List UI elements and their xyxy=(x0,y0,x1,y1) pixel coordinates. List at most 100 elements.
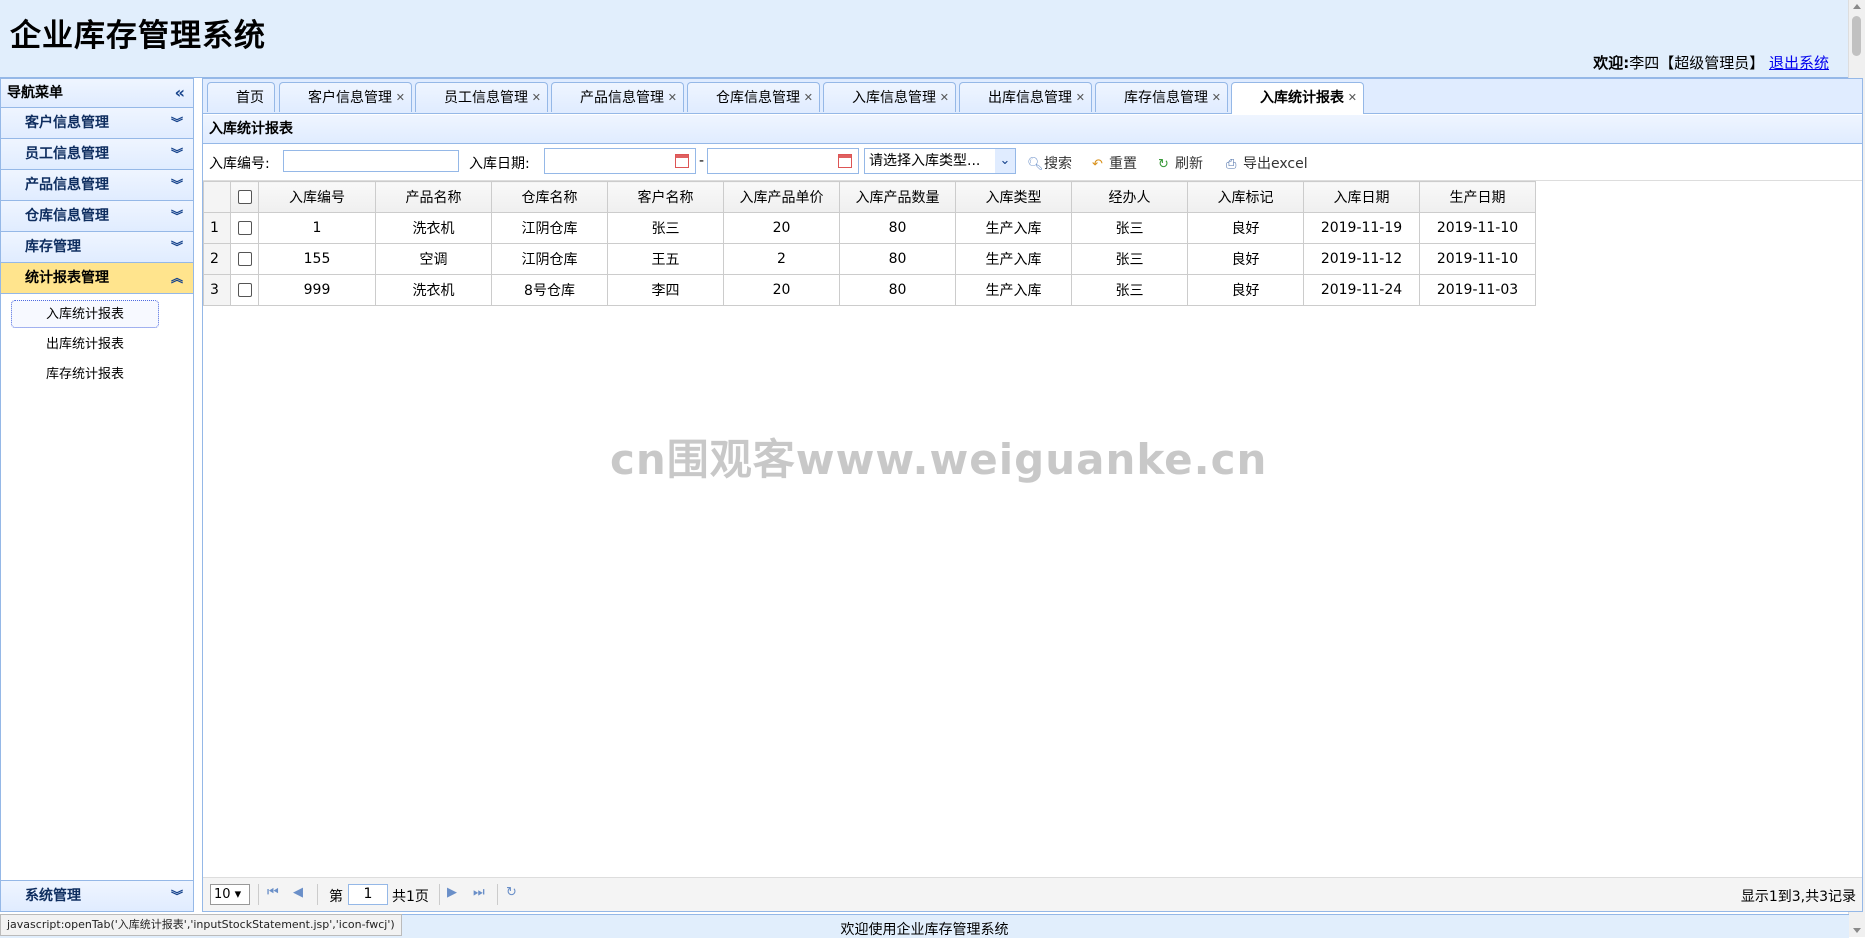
scroll-down-icon[interactable] xyxy=(1853,928,1861,933)
table-row[interactable]: 1 1 洗衣机 江阴仓库 张三 20 80 生产入库 张三 良好 2019-11… xyxy=(203,212,1536,244)
column-header[interactable]: 入库产品数量 xyxy=(839,181,956,213)
close-icon[interactable]: ✕ xyxy=(668,83,677,113)
tab-inbound[interactable]: 入库信息管理 ✕ xyxy=(823,82,956,112)
search-button[interactable]: 🔍︎搜索 xyxy=(1027,153,1072,173)
last-page-icon[interactable]: ⏭ xyxy=(473,885,485,900)
chevron-down-icon[interactable]: ⌄ xyxy=(995,149,1015,173)
submenu-inbound-report[interactable]: 入库统计报表 xyxy=(11,300,159,328)
row-number-header xyxy=(203,181,231,213)
pager-divider xyxy=(258,884,259,905)
calendar-icon[interactable] xyxy=(838,154,852,168)
column-header[interactable]: 入库日期 xyxy=(1303,181,1420,213)
close-icon[interactable]: ✕ xyxy=(396,83,405,113)
tab-stock[interactable]: 库存信息管理 ✕ xyxy=(1095,82,1228,112)
end-date-field[interactable] xyxy=(707,148,859,174)
table-cell: 良好 xyxy=(1187,274,1304,306)
column-header[interactable]: 产品名称 xyxy=(375,181,492,213)
column-header[interactable]: 入库类型 xyxy=(955,181,1072,213)
page-size-select[interactable]: 10 ▾ xyxy=(210,884,250,905)
table-cell: 张三 xyxy=(607,212,724,244)
first-page-icon[interactable]: ⏮ xyxy=(267,885,279,900)
tab-warehouse[interactable]: 仓库信息管理 ✕ xyxy=(687,82,820,112)
table-row[interactable]: 3 999 洗衣机 8号仓库 李四 20 80 生产入库 张三 良好 2019-… xyxy=(203,274,1536,306)
logout-link[interactable]: 退出系统 xyxy=(1769,54,1829,72)
chevron-down-icon: ︾ xyxy=(170,889,183,903)
start-date-field[interactable] xyxy=(544,148,696,174)
refresh-button[interactable]: ↻ 刷新 xyxy=(1158,153,1203,173)
date-separator: - xyxy=(699,153,705,169)
calendar-icon[interactable] xyxy=(675,154,689,168)
column-header[interactable]: 入库标记 xyxy=(1187,181,1304,213)
sidebar-item-label: 员工信息管理 xyxy=(25,146,109,162)
sidebar-item-employee[interactable]: 员工信息管理 ︾ xyxy=(1,139,193,170)
inbound-type-select[interactable]: 请选择入库类型... ⌄ xyxy=(864,148,1016,174)
tab-outbound[interactable]: 出库信息管理 ✕ xyxy=(959,82,1092,112)
reset-label: 重置 xyxy=(1109,156,1137,172)
refresh-label: 刷新 xyxy=(1175,156,1203,172)
next-page-icon[interactable]: ▶ xyxy=(447,885,457,900)
close-icon[interactable]: ✕ xyxy=(804,83,813,113)
submenu-stock-report[interactable]: 库存统计报表 xyxy=(11,360,159,388)
tab-label: 出库信息管理 xyxy=(988,90,1072,106)
close-icon[interactable]: ✕ xyxy=(940,83,949,113)
submenu-outbound-report[interactable]: 出库统计报表 xyxy=(11,330,159,358)
select-all-header xyxy=(230,181,259,213)
column-header[interactable]: 仓库名称 xyxy=(491,181,608,213)
column-header[interactable]: 客户名称 xyxy=(607,181,724,213)
tab-label: 入库统计报表 xyxy=(1260,90,1344,106)
pager-divider xyxy=(497,884,498,905)
column-header[interactable]: 入库编号 xyxy=(258,181,376,213)
collapse-left-icon[interactable]: « xyxy=(175,79,185,107)
pagination-bar: 10 ▾ ⏮ ◀ 第 1 共1页 ▶ ⏭ ↻ 显示1到3,共3记录 xyxy=(203,877,1862,911)
close-icon[interactable]: ✕ xyxy=(1076,83,1085,113)
welcome-label: 欢迎: xyxy=(1593,54,1630,72)
tab-label: 客户信息管理 xyxy=(308,90,392,106)
sidebar-item-label: 库存管理 xyxy=(25,239,81,255)
table-header-row: 入库编号 产品名称 仓库名称 客户名称 入库产品单价 入库产品数量 入库类型 经… xyxy=(203,181,1536,213)
tab-home[interactable]: 首页 xyxy=(207,82,275,112)
inbound-id-label: 入库编号: xyxy=(209,156,270,172)
tab-product[interactable]: 产品信息管理 ✕ xyxy=(551,82,684,112)
scroll-thumb[interactable] xyxy=(1852,16,1861,56)
scroll-up-icon[interactable] xyxy=(1853,4,1861,9)
row-checkbox[interactable] xyxy=(237,221,252,235)
inbound-table: 入库编号 产品名称 仓库名称 客户名称 入库产品单价 入库产品数量 入库类型 经… xyxy=(203,181,1536,306)
record-summary: 显示1到3,共3记录 xyxy=(1740,889,1856,905)
tab-label: 产品信息管理 xyxy=(580,90,664,106)
column-header[interactable]: 经办人 xyxy=(1071,181,1188,213)
welcome-bar: 欢迎:李四【超级管理员】 退出系统 xyxy=(1593,52,1829,73)
row-select-cell xyxy=(230,274,259,306)
row-checkbox[interactable] xyxy=(237,252,252,266)
prev-page-icon[interactable]: ◀ xyxy=(293,885,303,900)
close-icon[interactable]: ✕ xyxy=(1348,83,1357,113)
column-header[interactable]: 生产日期 xyxy=(1419,181,1536,213)
inbound-date-label: 入库日期: xyxy=(469,156,530,172)
tab-employee[interactable]: 员工信息管理 ✕ xyxy=(415,82,548,112)
row-checkbox[interactable] xyxy=(237,283,252,297)
tab-customer[interactable]: 客户信息管理 ✕ xyxy=(279,82,412,112)
close-icon[interactable]: ✕ xyxy=(532,83,541,113)
sidebar-item-system[interactable]: 系统管理 ︾ xyxy=(1,881,193,911)
export-excel-button[interactable]: ⎙ 导出excel xyxy=(1226,153,1308,173)
tab-label: 员工信息管理 xyxy=(444,90,528,106)
table-cell: 2019-11-24 xyxy=(1303,274,1420,306)
select-all-checkbox[interactable] xyxy=(237,190,252,204)
table-cell: 良好 xyxy=(1187,243,1304,275)
close-icon[interactable]: ✕ xyxy=(1212,83,1221,113)
column-header[interactable]: 入库产品单价 xyxy=(723,181,840,213)
sidebar-item-label: 产品信息管理 xyxy=(25,177,109,193)
reset-button[interactable]: ↶ 重置 xyxy=(1092,153,1137,173)
print-icon: ⎙ xyxy=(1226,157,1237,172)
data-grid: 入库编号 产品名称 仓库名称 客户名称 入库产品单价 入库产品数量 入库类型 经… xyxy=(203,181,1862,306)
page-number-input[interactable]: 1 xyxy=(348,884,388,905)
table-row[interactable]: 2 155 空调 江阴仓库 王五 2 80 生产入库 张三 良好 2019-11… xyxy=(203,243,1536,275)
sidebar-item-warehouse[interactable]: 仓库信息管理 ︾ xyxy=(1,201,193,232)
tab-inbound-report[interactable]: 入库统计报表 ✕ xyxy=(1231,82,1364,114)
sidebar-item-customer[interactable]: 客户信息管理 ︾ xyxy=(1,108,193,139)
inbound-id-input[interactable] xyxy=(283,150,459,172)
sidebar-item-product[interactable]: 产品信息管理 ︾ xyxy=(1,170,193,201)
sidebar-item-stock[interactable]: 库存管理 ︾ xyxy=(1,232,193,263)
sidebar-item-reports[interactable]: 统计报表管理 ︽ xyxy=(1,263,193,294)
reload-icon[interactable]: ↻ xyxy=(506,885,517,900)
link-preview: javascript:openTab('入库统计报表','inputStockS… xyxy=(0,914,402,936)
